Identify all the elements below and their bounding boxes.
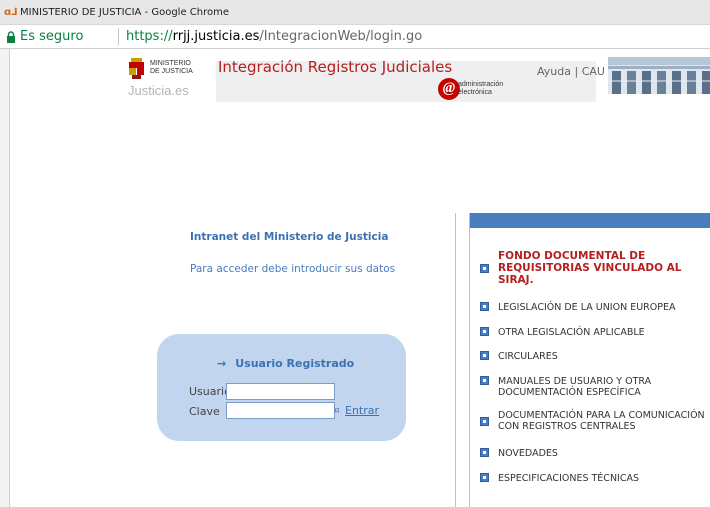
url-host: rrjj.justicia.es: [172, 29, 260, 44]
enter-link[interactable]: Entrar: [345, 404, 379, 417]
link-separator: |: [574, 65, 579, 78]
ae-logo-text: administración electrónica: [458, 81, 504, 96]
intranet-title: Intranet del Ministerio de Justicia: [190, 231, 389, 243]
url-scheme: https://: [126, 29, 173, 44]
window-title: MINISTERIO DE JUSTICIA - Google Chrome: [20, 7, 230, 18]
list-bullet-icon: [480, 448, 489, 457]
site-title: Integración Registros Judiciales: [218, 58, 453, 76]
document-label: CIRCULARES: [498, 351, 558, 362]
login-box: → Usuario Registrado Usuario Clave ¤ Entr…: [157, 334, 406, 441]
address-separator: [118, 28, 119, 45]
cau-link[interactable]: CAU: [582, 65, 605, 78]
list-bullet-icon: [480, 376, 489, 385]
panel-header-bar: [470, 213, 710, 228]
justicia-label: Justicia.es: [128, 83, 189, 98]
url-path: /IntegracionWeb/login.go: [259, 29, 423, 44]
address-bar[interactable]: Es seguro https://rrjj.justicia.es/Integ…: [0, 25, 710, 49]
help-link[interactable]: Ayuda: [537, 65, 571, 78]
password-input[interactable]: [226, 402, 335, 419]
ministry-shield-icon: [129, 58, 144, 79]
window-left-edge: [0, 49, 10, 507]
list-bullet-icon: [480, 264, 489, 273]
user-input[interactable]: [226, 383, 335, 400]
list-bullet-icon: [480, 473, 489, 482]
document-label: NOVEDADES: [498, 448, 558, 459]
at-sign-icon: @: [438, 78, 460, 100]
url-text[interactable]: https://rrjj.justicia.es/IntegracionWeb/…: [126, 29, 422, 44]
secure-label: Es seguro: [20, 29, 84, 44]
login-box-title: → Usuario Registrado: [217, 357, 354, 370]
document-label: FONDO DOCUMENTAL DE REQUISITORIAS VINCUL…: [498, 250, 682, 286]
document-label: OTRA LEGISLACIÓN APLICABLE: [498, 327, 645, 338]
document-label: ESPECIFICACIONES TÉCNICAS: [498, 473, 640, 484]
list-bullet-icon: [480, 327, 489, 336]
list-bullet-icon: [480, 351, 489, 360]
lock-icon: [7, 31, 15, 43]
document-label: MANUALES DE USUARIO Y OTRA DOCUMENTACIÓN…: [498, 376, 652, 398]
building-photo: [608, 57, 710, 94]
chrome-favicon-icon: ɑ⅃: [4, 7, 18, 18]
list-bullet-icon: [480, 302, 489, 311]
document-label: DOCUMENTACIÓN PARA LA COMUNICACIÓN CON R…: [498, 410, 705, 432]
window-titlebar: ɑ⅃ MINISTERIO DE JUSTICIA - Google Chrom…: [0, 0, 710, 25]
list-bullet-icon: [480, 417, 489, 426]
panel-divider: [455, 213, 470, 507]
login-instructions: Para acceder debe introducir sus datos: [190, 263, 396, 275]
document-label: LEGISLACIÓN DE LA UNION EUROPEA: [498, 302, 676, 313]
user-label: Usuario: [189, 385, 231, 398]
ministry-logo-text: MINISTERIO DE JUSTICIA: [150, 60, 193, 75]
top-links: Ayuda | CAU: [537, 65, 605, 78]
arrow-right-icon: →: [217, 357, 227, 370]
enter-icon[interactable]: ¤: [334, 406, 340, 416]
administracion-electronica-logo: @ administración electrónica: [438, 78, 518, 102]
login-box-title-text: Usuario Registrado: [235, 357, 355, 370]
password-label: Clave: [189, 405, 220, 418]
